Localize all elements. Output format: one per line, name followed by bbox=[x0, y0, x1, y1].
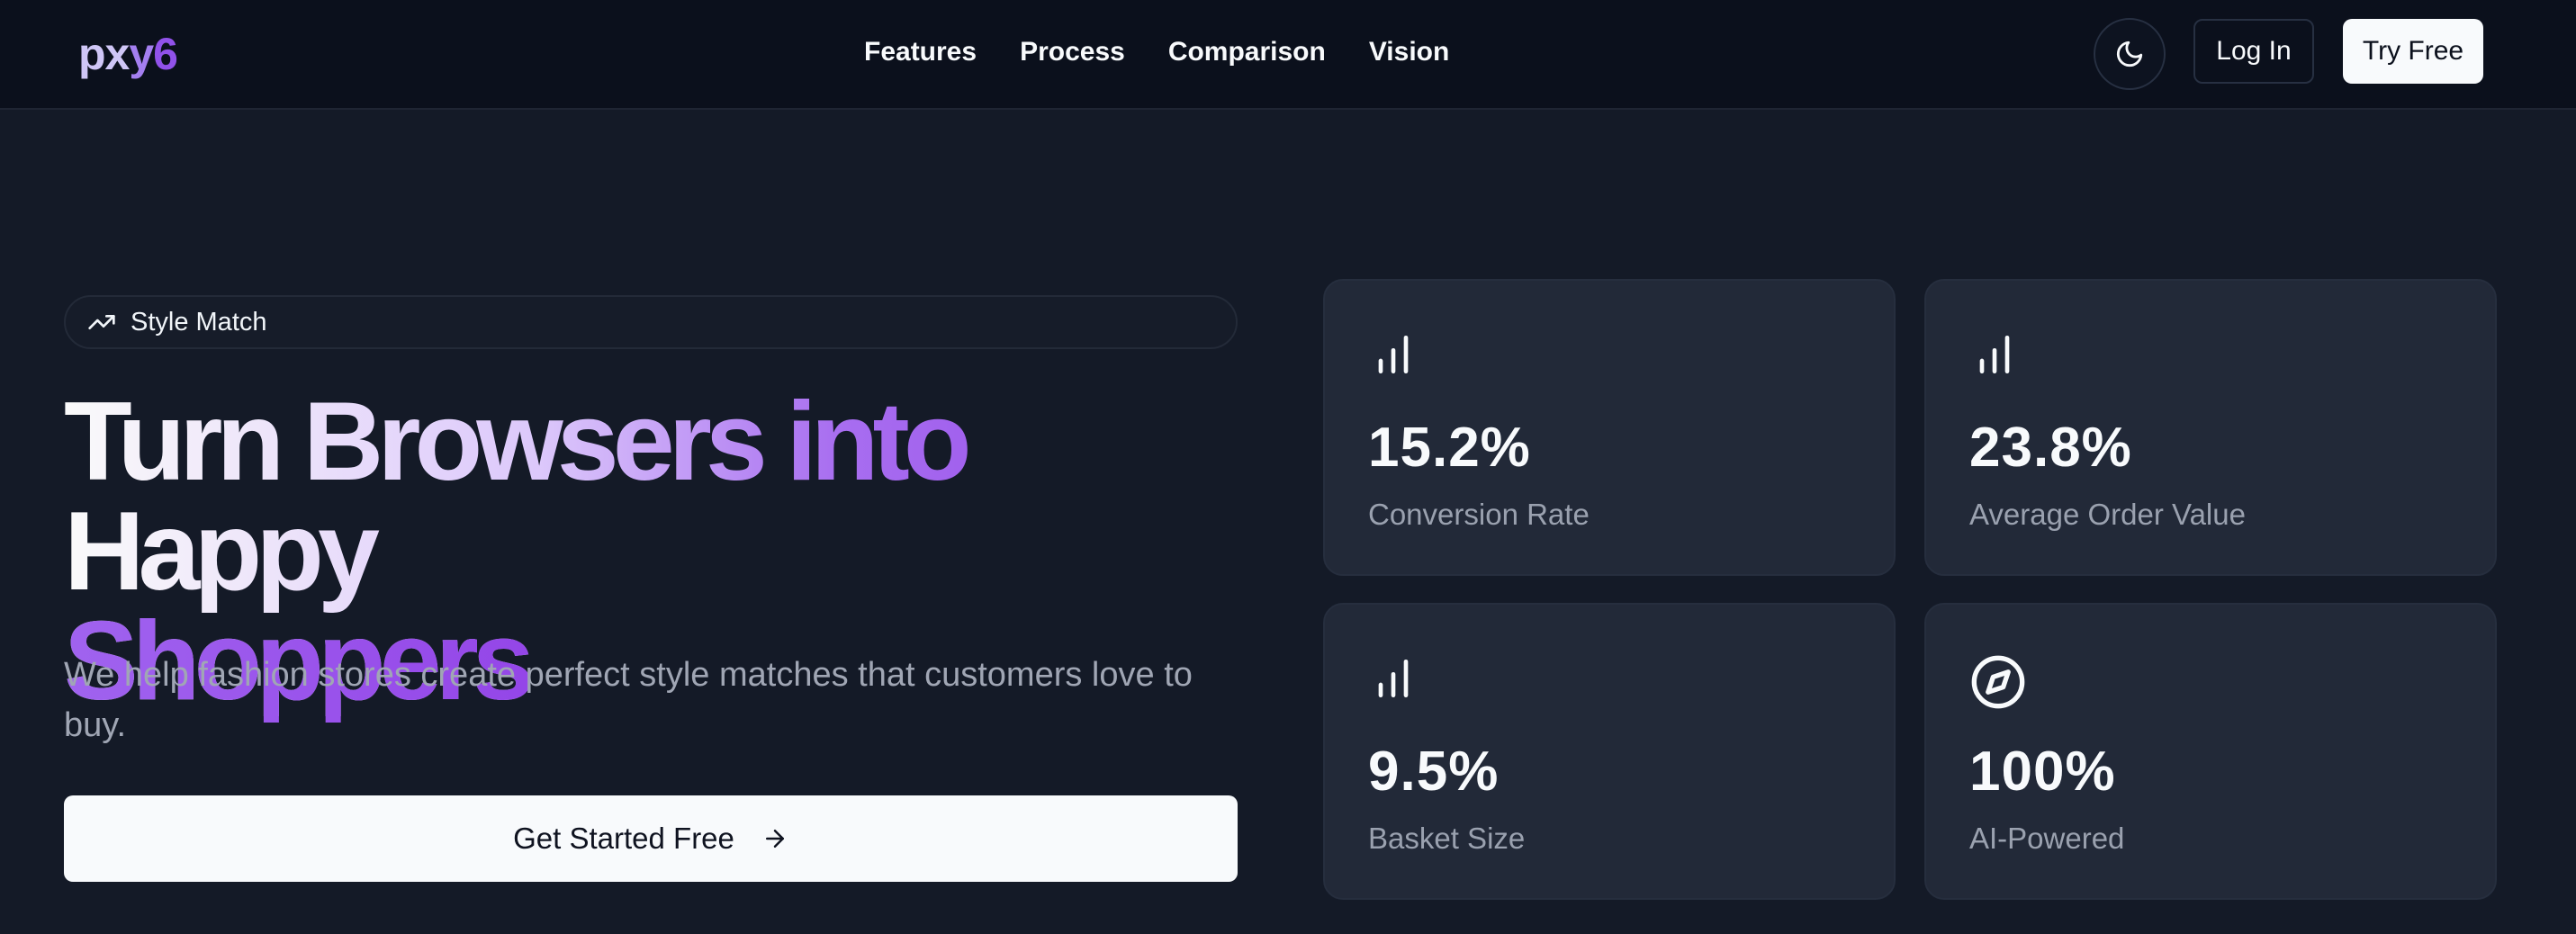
nav-link-process[interactable]: Process bbox=[1020, 34, 1125, 70]
stat-label: Basket Size bbox=[1368, 822, 1526, 855]
get-started-button[interactable]: Get Started Free bbox=[64, 795, 1238, 882]
nav-link-vision[interactable]: Vision bbox=[1369, 34, 1449, 70]
stat-card-ai-powered: 100% AI-Powered bbox=[1924, 603, 2497, 900]
stat-card-average-order-value: 23.8% Average Order Value bbox=[1924, 279, 2497, 576]
logo-text-part1: px bbox=[78, 29, 130, 79]
try-free-button[interactable]: Try Free bbox=[2343, 19, 2483, 84]
stat-value: 9.5% bbox=[1368, 741, 1500, 803]
nav-link-comparison[interactable]: Comparison bbox=[1168, 34, 1326, 70]
trending-up-icon bbox=[88, 315, 115, 329]
headline-line1: Turn Browsers into Happy bbox=[64, 380, 966, 614]
hero-subtitle: We help fashion stores create perfect st… bbox=[64, 656, 1193, 744]
bar-chart-icon bbox=[1979, 336, 2010, 373]
logo-text-part3: 6 bbox=[153, 29, 178, 79]
stat-card-basket-size: 9.5% Basket Size bbox=[1323, 603, 1896, 900]
arrow-right-icon bbox=[765, 830, 784, 848]
stat-label: Average Order Value bbox=[1969, 498, 2246, 531]
badge-label: Style Match bbox=[131, 307, 267, 337]
style-match-badge: Style Match bbox=[64, 295, 1238, 349]
theme-toggle-button[interactable] bbox=[2094, 18, 2166, 90]
moon-icon bbox=[2116, 40, 2143, 67]
cta-label: Get Started Free bbox=[513, 822, 734, 855]
stat-label: AI-Powered bbox=[1969, 822, 2125, 855]
stat-card-conversion-rate: 15.2% Conversion Rate bbox=[1323, 279, 1896, 576]
logo-text-part2: y bbox=[129, 29, 154, 79]
login-button[interactable]: Log In bbox=[2193, 19, 2314, 84]
stat-label: Conversion Rate bbox=[1368, 498, 1590, 531]
stat-value: 100% bbox=[1969, 741, 2116, 803]
bar-chart-icon bbox=[1378, 336, 1409, 373]
compass-icon bbox=[1971, 655, 2025, 709]
stat-value: 15.2% bbox=[1368, 417, 1531, 479]
nav-links: Features Process Comparison Vision bbox=[864, 34, 1449, 70]
brand-logo[interactable]: pxy6 bbox=[78, 27, 178, 81]
bar-chart-icon bbox=[1378, 660, 1409, 697]
stat-value: 23.8% bbox=[1969, 417, 2132, 479]
nav-link-features[interactable]: Features bbox=[864, 34, 977, 70]
top-navigation-bar: pxy6 Features Process Comparison Vision … bbox=[0, 0, 2576, 110]
